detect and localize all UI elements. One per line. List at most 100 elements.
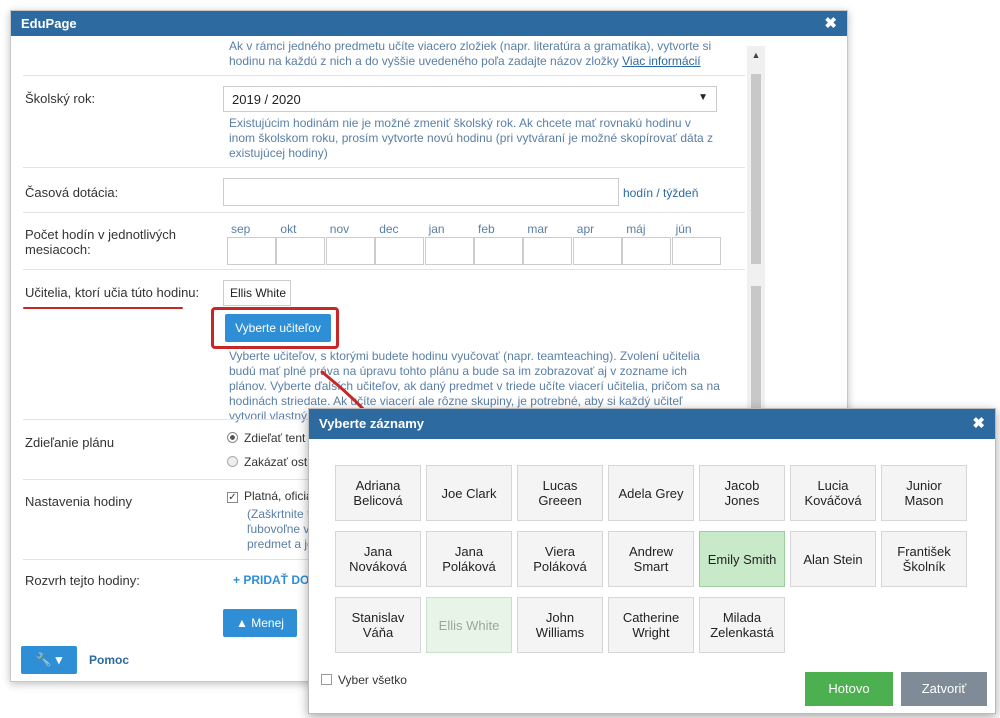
month-label: mar — [527, 222, 549, 236]
month-hours-input[interactable] — [424, 237, 474, 265]
school-year-label: Školský rok: — [25, 91, 96, 106]
selected-teacher-chip: Ellis White — [223, 280, 291, 306]
radio-icon[interactable] — [227, 456, 238, 467]
month-label: sep — [231, 222, 251, 236]
teacher-tile[interactable]: Milada Zelenkastá — [699, 597, 785, 653]
less-button[interactable]: ▲ Menej — [223, 609, 297, 637]
teacher-tile[interactable]: Alan Stein — [790, 531, 876, 587]
month-column: apr — [572, 222, 622, 265]
teacher-tile[interactable]: Lucas Greeen — [517, 465, 603, 521]
month-column: mar — [523, 222, 573, 265]
month-hours-input[interactable] — [276, 237, 326, 265]
month-column: dec — [375, 222, 425, 265]
month-hours-input[interactable] — [622, 237, 672, 265]
sharing-option-1-label: Zdieľať tent — [244, 431, 306, 445]
settings-label: Nastavenia hodiny — [25, 494, 132, 509]
monthly-hours-label: Počet hodín v jednotlivých mesiacoch: — [25, 227, 177, 257]
month-label: nov — [329, 222, 350, 236]
checkbox-icon[interactable] — [321, 674, 332, 685]
sharing-label: Zdieľanie plánu — [25, 435, 115, 450]
teacher-tile[interactable]: Andrew Smart — [608, 531, 694, 587]
annotation-highlight-box — [211, 307, 339, 349]
time-allocation-unit: hodín / týždeň — [623, 186, 699, 200]
month-hours-input[interactable] — [375, 237, 425, 265]
popup-titlebar: Vyberte záznamy ✖ — [309, 409, 995, 439]
tools-dropdown-button[interactable]: 🔧 ▾ — [21, 646, 77, 674]
teacher-tile[interactable]: John Williams — [517, 597, 603, 653]
teacher-tile[interactable]: Junior Mason — [881, 465, 967, 521]
month-label: feb — [478, 222, 495, 236]
selected-teacher-name: Ellis White — [230, 286, 287, 300]
teacher-tile: Ellis White — [426, 597, 512, 653]
divider — [23, 212, 745, 213]
scroll-thumb[interactable] — [751, 74, 761, 264]
popup-close-icon[interactable]: ✖ — [972, 409, 985, 439]
folder-hint: Ak v rámci jedného predmetu učíte viacer… — [229, 39, 729, 69]
dialog-titlebar: EduPage ✖ — [11, 11, 847, 36]
month-label: jún — [675, 222, 692, 236]
teacher-tile[interactable]: Adela Grey — [608, 465, 694, 521]
select-all-label: Vyber všetko — [338, 673, 407, 687]
sharing-option-2-label: Zakázať ost — [244, 455, 308, 469]
annotation-underline — [23, 307, 183, 309]
sharing-option-1[interactable]: Zdieľať tent — [227, 431, 305, 445]
teacher-tile[interactable]: Stanislav Váňa — [335, 597, 421, 653]
school-year-select[interactable]: 2019 / 2020 ▼ — [223, 86, 717, 112]
month-label: máj — [626, 222, 646, 236]
teacher-tile[interactable]: František Školník — [881, 531, 967, 587]
more-info-link[interactable]: Viac informácií — [622, 54, 700, 68]
teacher-tile[interactable]: Jacob Jones — [699, 465, 785, 521]
settings-hint: (Zaškrtnite t ľubovoľne v predmet a je — [247, 507, 314, 551]
time-allocation-label: Časová dotácia: — [25, 185, 119, 200]
teacher-tile[interactable]: Viera Poláková — [517, 531, 603, 587]
month-label: okt — [280, 222, 297, 236]
school-year-hint: Existujúcim hodinám nie je možné zmeniť … — [229, 116, 714, 160]
scrollbar[interactable]: ▲ — [747, 46, 765, 451]
divider — [23, 269, 745, 270]
checkbox-checked-icon[interactable]: ✓ — [227, 492, 238, 503]
teacher-tile[interactable]: Lucia Kováčová — [790, 465, 876, 521]
close-button[interactable]: Zatvoriť — [901, 672, 987, 706]
month-hours-input[interactable] — [227, 237, 276, 265]
radio-selected-icon[interactable] — [227, 432, 238, 443]
teachers-label: Učitelia, ktorí učia túto hodinu: — [25, 285, 200, 300]
schedule-label: Rozvrh tejto hodiny: — [25, 573, 140, 588]
month-label: dec — [379, 222, 399, 236]
month-column: máj — [622, 222, 672, 265]
sharing-option-2[interactable]: Zakázať ost — [227, 455, 307, 469]
month-column: sep — [227, 222, 276, 265]
month-hours-input[interactable] — [325, 237, 375, 265]
month-label: apr — [576, 222, 595, 236]
teacher-tile[interactable]: Joe Clark — [426, 465, 512, 521]
chevron-down-icon: ▼ — [698, 92, 708, 103]
teacher-tile[interactable]: Catherine Wright — [608, 597, 694, 653]
month-column: jan — [424, 222, 474, 265]
divider — [23, 167, 745, 168]
divider — [23, 75, 745, 76]
teacher-tile[interactable]: Adriana Belicová — [335, 465, 421, 521]
select-records-popup: Vyberte záznamy ✖ Adriana Belicová Joe Cl… — [308, 408, 996, 714]
month-column: jún — [671, 222, 721, 265]
time-allocation-input[interactable] — [223, 178, 619, 206]
teacher-tile[interactable]: Emily Smith — [699, 531, 785, 587]
month-hours-input[interactable] — [572, 237, 622, 265]
month-column: nov — [325, 222, 375, 265]
month-label: jan — [428, 222, 445, 236]
scroll-up-icon[interactable]: ▲ — [747, 46, 765, 64]
add-to-schedule-link[interactable]: + PRIDAŤ DO — [233, 573, 309, 587]
school-year-value: 2019 / 2020 — [232, 92, 301, 107]
month-column: okt — [276, 222, 326, 265]
month-column: feb — [474, 222, 523, 265]
select-all-checkbox[interactable]: Vyber všetko — [321, 673, 407, 687]
popup-title: Vyberte záznamy — [319, 416, 425, 431]
settings-checkbox[interactable]: ✓ Platná, oficiá — [227, 489, 313, 503]
teacher-tile[interactable]: Jana Poláková — [426, 531, 512, 587]
done-button[interactable]: Hotovo — [805, 672, 893, 706]
month-hours-input[interactable] — [523, 237, 573, 265]
month-hours-input[interactable] — [671, 237, 721, 265]
close-icon[interactable]: ✖ — [824, 11, 837, 36]
month-hours-input[interactable] — [474, 237, 523, 265]
help-link[interactable]: Pomoc — [89, 653, 129, 667]
settings-checkbox-label: Platná, oficiá — [244, 489, 313, 503]
teacher-tile[interactable]: Jana Nováková — [335, 531, 421, 587]
